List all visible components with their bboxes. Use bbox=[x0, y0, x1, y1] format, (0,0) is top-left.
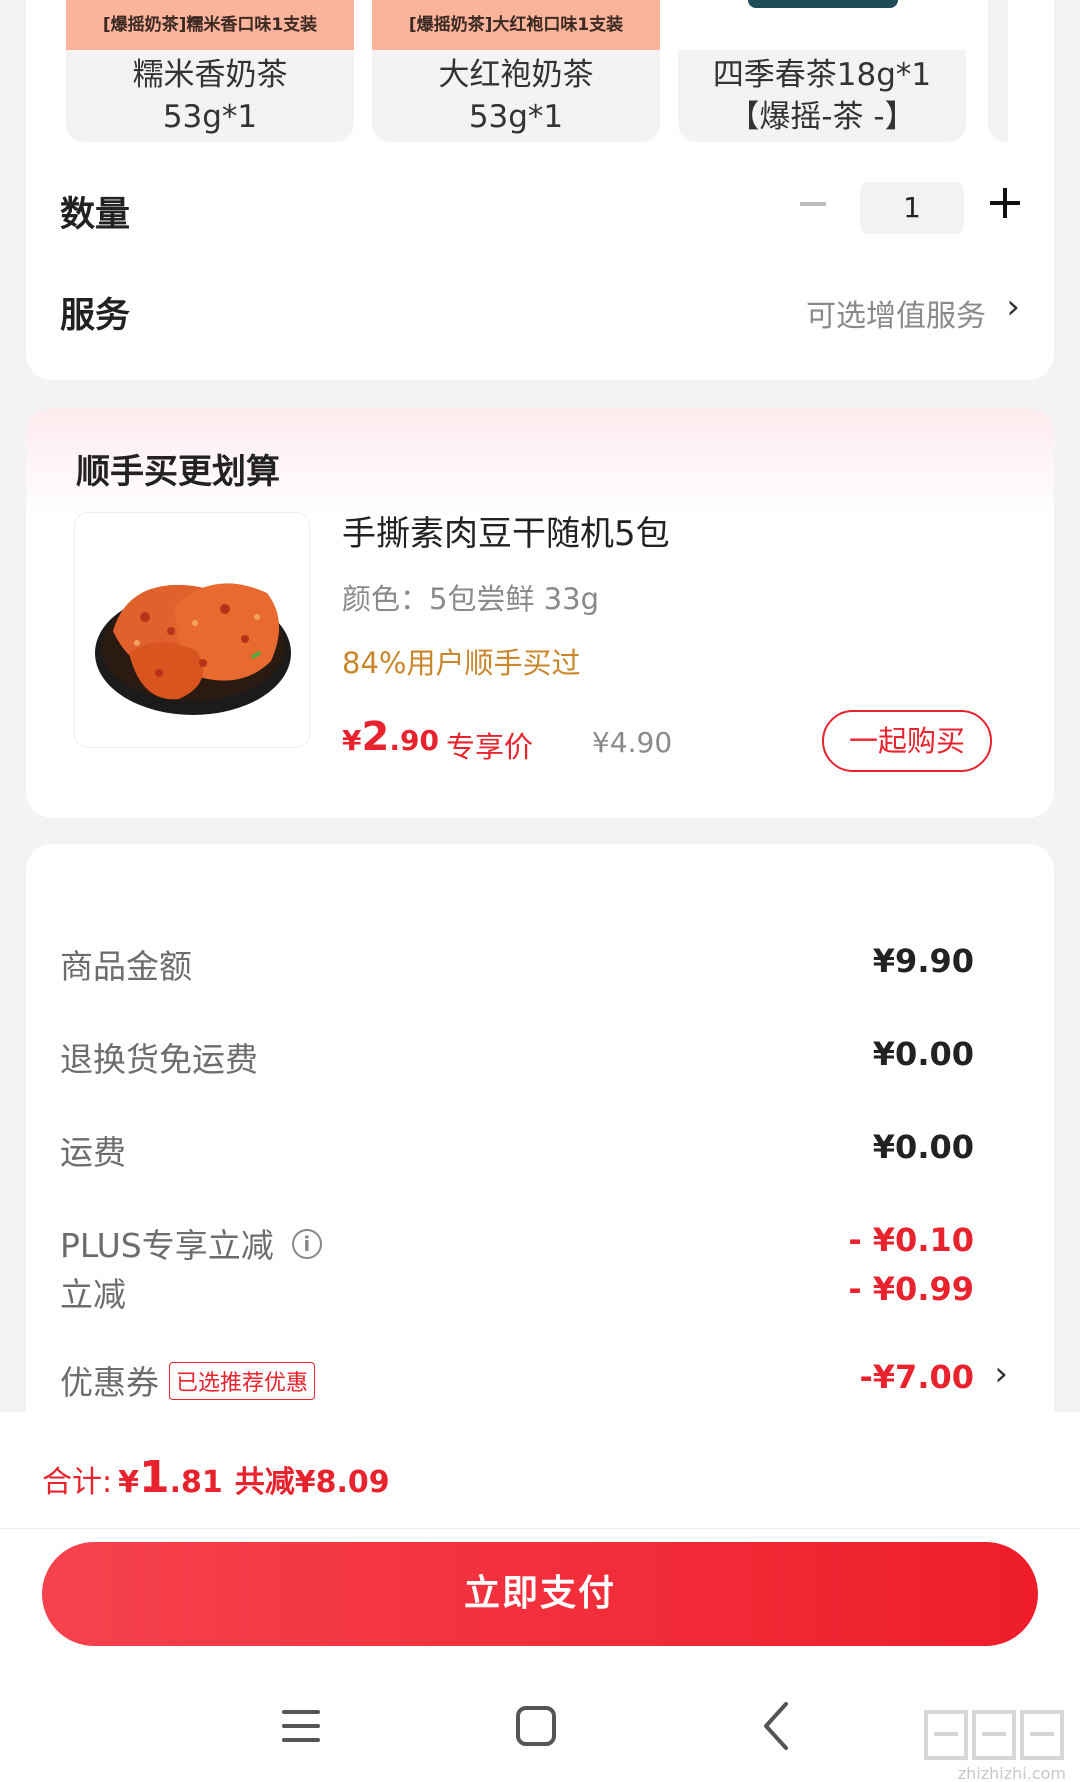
back-icon[interactable] bbox=[756, 1698, 796, 1754]
quantity-input[interactable]: 1 bbox=[860, 182, 964, 234]
info-icon[interactable]: i bbox=[291, 1228, 322, 1259]
total-saving: 共减¥8.09 bbox=[234, 1465, 390, 1500]
spec-card: [爆摇奶茶]糯米香口味1支装 糯米香奶茶 53g*1 [爆摇奶茶]大红袍口味1支… bbox=[26, 0, 1054, 380]
bundle-product-spec: 颜色：5包尝鲜 33g bbox=[342, 582, 599, 616]
detail-label-text: PLUS专享立减 bbox=[60, 1226, 274, 1265]
home-icon[interactable] bbox=[516, 1706, 556, 1746]
detail-row-instant-discount: 立减 - ¥0.99 bbox=[60, 1268, 1008, 1318]
detail-value: ¥0.00 bbox=[872, 1035, 974, 1073]
total-decimal: .81 bbox=[169, 1465, 223, 1500]
variant-option-more[interactable] bbox=[988, 0, 1008, 142]
total-label: 合计: bbox=[42, 1465, 113, 1500]
detail-value: ¥0.00 bbox=[872, 1128, 974, 1166]
bundle-product-image[interactable] bbox=[74, 512, 310, 748]
checkout-bar: 合计: ¥1.81 共减¥8.09 立即支付 zhizhizhi.com bbox=[0, 1412, 1080, 1782]
service-hint: 可选增值服务 bbox=[806, 299, 986, 334]
price-integer: 2 bbox=[361, 714, 390, 760]
variant-name: 四季春茶18g*1 【爆摇-茶 -】 bbox=[678, 50, 966, 138]
detail-row-coupon[interactable]: 优惠券 已选推荐优惠 -¥7.00 › bbox=[60, 1354, 1008, 1406]
service-label: 服务 bbox=[60, 296, 131, 336]
bundle-social-proof: 84%用户顺手买过 bbox=[342, 646, 581, 680]
variant-tag: [爆摇奶茶]糯米香口味1支装 bbox=[66, 0, 354, 50]
detail-label: 立减 bbox=[60, 1275, 126, 1314]
variant-name: 大红袍奶茶 53g*1 bbox=[372, 50, 660, 138]
checkout-page: [爆摇奶茶]糯米香口味1支装 糯米香奶茶 53g*1 [爆摇奶茶]大红袍口味1支… bbox=[0, 0, 1080, 1782]
detail-row-return-shipping: 退换货免运费 ¥0.00 bbox=[60, 1033, 1008, 1083]
quantity-label: 数量 bbox=[60, 195, 131, 235]
price-symbol: ¥ bbox=[342, 724, 362, 757]
buy-together-button[interactable]: 一起购买 bbox=[822, 710, 992, 772]
divider bbox=[0, 1528, 1080, 1529]
bundle-title: 顺手买更划算 bbox=[76, 452, 280, 492]
quantity-row: 数量 1 bbox=[60, 178, 1020, 238]
detail-row-plus-discount: PLUS专享立减 i - ¥0.10 bbox=[60, 1219, 1008, 1269]
variant-option-dahongpao[interactable]: [爆摇奶茶]大红袍口味1支装 大红袍奶茶 53g*1 bbox=[372, 0, 660, 142]
detail-row-shipping: 运费 ¥0.00 bbox=[60, 1126, 1008, 1176]
variant-name-line2: 53g*1 bbox=[468, 99, 564, 135]
chevron-right-icon: › bbox=[994, 1354, 1008, 1394]
variant-option-sijichun[interactable]: 四季春茶18g*1 【爆摇-茶 -】 bbox=[678, 0, 966, 142]
variant-name-line1: 四季春茶18g*1 bbox=[712, 57, 932, 93]
menu-icon[interactable] bbox=[282, 1710, 320, 1744]
system-nav-bar: zhizhizhi.com bbox=[0, 1682, 1080, 1782]
detail-label: PLUS专享立减 i bbox=[60, 1219, 322, 1267]
detail-row-subtotal: 商品金额 ¥9.90 bbox=[60, 940, 1008, 990]
detail-label-text: 优惠券 bbox=[60, 1363, 159, 1402]
variant-option-nuomi[interactable]: [爆摇奶茶]糯米香口味1支装 糯米香奶茶 53g*1 bbox=[66, 0, 354, 142]
bundle-price-row: ¥2.90 专享价 ¥4.90 一起购买 bbox=[342, 706, 1022, 772]
total-summary: 合计: ¥1.81 共减¥8.09 bbox=[42, 1452, 390, 1503]
tofu-image bbox=[95, 583, 291, 715]
detail-value: -¥7.00 bbox=[859, 1358, 975, 1396]
total-integer: 1 bbox=[138, 1452, 170, 1503]
pay-now-button[interactable]: 立即支付 bbox=[42, 1542, 1038, 1646]
variant-name: 糯米香奶茶 53g*1 bbox=[66, 50, 354, 138]
detail-value: - ¥0.10 bbox=[848, 1221, 974, 1259]
chevron-right-icon: › bbox=[1006, 287, 1020, 327]
variant-name-line2: 【爆摇-茶 -】 bbox=[728, 99, 916, 135]
plus-icon[interactable] bbox=[990, 188, 1020, 218]
price-detail-card: 商品金额 ¥9.90 退换货免运费 ¥0.00 运费 ¥0.00 PLUS专享立… bbox=[26, 844, 1054, 1304]
detail-label: 商品金额 bbox=[60, 947, 192, 986]
detail-label: 退换货免运费 bbox=[60, 1040, 258, 1079]
variant-tag: [爆摇奶茶]大红袍口味1支装 bbox=[372, 0, 660, 50]
bundle-price: ¥2.90 bbox=[342, 714, 439, 760]
detail-value: - ¥0.99 bbox=[848, 1270, 974, 1308]
bundle-original-price: ¥4.90 bbox=[592, 726, 673, 759]
bundle-info: 手撕素肉豆干随机5包 颜色：5包尝鲜 33g 84%用户顺手买过 ¥2.90 专… bbox=[342, 512, 1022, 772]
bundle-product-name[interactable]: 手撕素肉豆干随机5包 bbox=[342, 512, 1022, 556]
watermark-text: zhizhizhi.com bbox=[957, 1764, 1066, 1782]
service-row[interactable]: 服务 可选增值服务 › bbox=[60, 287, 1020, 337]
total-symbol: ¥ bbox=[118, 1465, 139, 1500]
minus-icon[interactable] bbox=[800, 202, 826, 206]
price-decimal: .90 bbox=[389, 724, 439, 757]
bundle-price-tag: 专享价 bbox=[446, 730, 534, 764]
variant-image bbox=[678, 0, 966, 50]
detail-value: ¥9.90 bbox=[872, 942, 974, 980]
quantity-stepper: 1 bbox=[800, 182, 1020, 234]
variant-name-line1: 糯米香奶茶 bbox=[132, 57, 288, 93]
coupon-badge: 已选推荐优惠 bbox=[169, 1361, 316, 1400]
bundle-card: 顺手买更划算 手撕素肉豆干随机5包 颜色：5包尝鲜 33g 84%用户顺手买过 … bbox=[26, 408, 1054, 818]
variant-name-line1: 大红袍奶茶 bbox=[438, 57, 594, 93]
detail-label: 运费 bbox=[60, 1133, 126, 1172]
detail-label: 优惠券 已选推荐优惠 bbox=[60, 1356, 316, 1404]
variant-name-line2: 53g*1 bbox=[162, 99, 258, 135]
price-detail-card-lower: 立减 - ¥0.99 优惠券 已选推荐优惠 -¥7.00 › bbox=[26, 1270, 1054, 1412]
